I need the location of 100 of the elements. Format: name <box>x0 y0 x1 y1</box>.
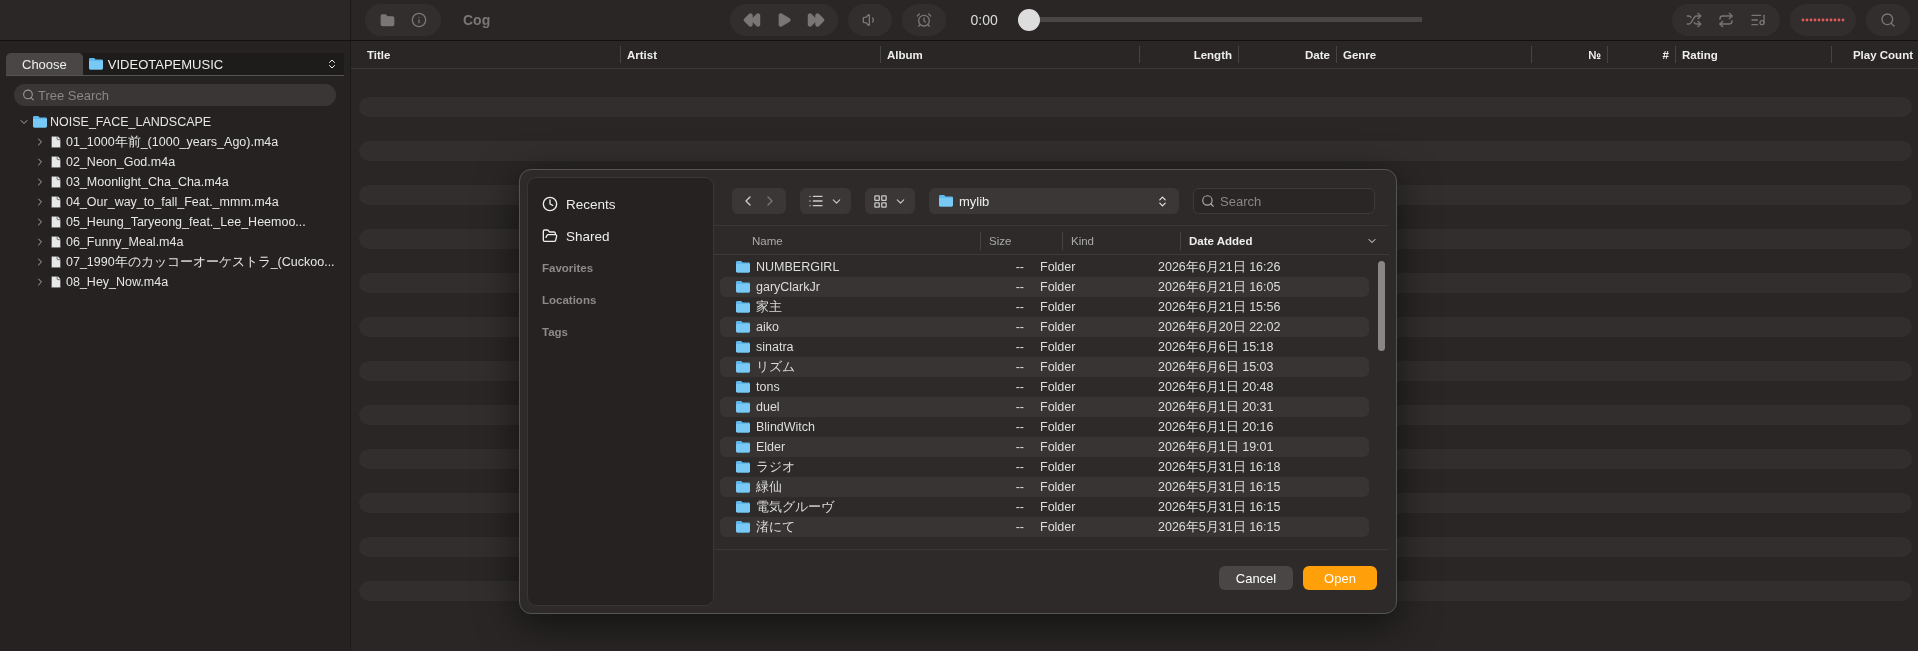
app-title: Cog <box>463 12 491 28</box>
file-name[interactable]: 渚にて <box>756 518 795 536</box>
column-header[interactable]: № <box>1588 48 1601 61</box>
file-name[interactable]: ラジオ <box>756 458 795 476</box>
column-header[interactable]: Genre <box>1343 48 1377 61</box>
column-header[interactable]: Title <box>367 48 391 61</box>
folder-icon <box>736 281 750 293</box>
column-header[interactable]: Length <box>1193 48 1232 61</box>
date-cell: 2026年5月31日 16:18 <box>1158 458 1281 476</box>
seek-thumb[interactable] <box>1017 9 1040 31</box>
file-name[interactable]: aiko <box>756 320 779 334</box>
column-header[interactable]: Date <box>1305 48 1330 61</box>
column-header[interactable]: Artist <box>627 48 658 61</box>
tree-item[interactable]: 06_Funny_Meal.m4a <box>66 235 184 249</box>
file-icon <box>49 155 63 169</box>
sidebar-item[interactable]: Shared <box>566 228 610 244</box>
choose-button[interactable]: Choose <box>6 53 83 75</box>
column-header[interactable]: # <box>1662 48 1669 61</box>
date-cell: 2026年6月20日 22:02 <box>1158 318 1281 336</box>
tree-item[interactable]: 02_Neon_God.m4a <box>66 155 176 169</box>
folder-picker[interactable]: VIDEOTAPEMUSIC <box>82 53 344 75</box>
clock-icon <box>542 196 558 212</box>
folder-icon <box>736 301 750 313</box>
level-meter-icon <box>1801 18 1845 22</box>
file-name[interactable]: sinatra <box>756 340 794 354</box>
kind-cell: Folder <box>1040 360 1076 374</box>
size-cell: -- <box>1015 380 1024 394</box>
file-name[interactable]: garyClarkJr <box>756 280 820 294</box>
column-header[interactable]: Play Count <box>1852 48 1913 61</box>
date-cell: 2026年6月1日 20:31 <box>1158 398 1274 416</box>
tree-item[interactable]: NOISE_FACE_LANDSCAPE <box>50 115 212 129</box>
folder-icon <box>736 481 750 493</box>
size-cell: -- <box>1015 340 1024 354</box>
folder-icon <box>736 381 750 393</box>
column-header[interactable]: Date Added <box>1180 232 1386 250</box>
kind-cell: Folder <box>1040 400 1076 414</box>
tree-item[interactable]: 07_1990年のカッコーオーケストラ_(Cuckoo... <box>66 253 335 271</box>
tree-item[interactable]: 05_Heung_Taryeong_feat._Lee_Heemoo... <box>66 215 306 229</box>
up-down-icon <box>1156 194 1169 208</box>
kind-cell: Folder <box>1040 300 1076 314</box>
location-picker[interactable]: mylib <box>929 188 1179 214</box>
kind-cell: Folder <box>1040 380 1076 394</box>
search-field[interactable]: Tree Search <box>14 84 336 106</box>
up-down-icon <box>326 58 338 70</box>
file-icon <box>49 135 63 149</box>
kind-cell: Folder <box>1040 320 1076 334</box>
kind-cell: Folder <box>1040 280 1076 294</box>
back-forward-button[interactable] <box>732 188 786 214</box>
search-field[interactable]: Search <box>1193 188 1375 214</box>
file-name[interactable]: リズム <box>756 358 795 376</box>
folder-icon <box>736 361 750 373</box>
scrollbar[interactable] <box>1378 261 1385 351</box>
column-header[interactable]: Kind <box>1062 232 1180 250</box>
playback-time: 0:00 <box>970 12 998 28</box>
size-cell: -- <box>1015 480 1024 494</box>
date-cell: 2026年5月31日 16:15 <box>1158 498 1281 516</box>
grid-view-button[interactable] <box>865 188 915 214</box>
kind-cell: Folder <box>1040 260 1076 274</box>
list-icon <box>808 193 824 209</box>
folder-icon <box>736 501 750 513</box>
column-header[interactable]: Rating <box>1682 48 1718 61</box>
sidebar-item[interactable]: Recents <box>566 196 616 212</box>
tree-item[interactable]: 04_Our_way_to_fall_Feat._mmm.m4a <box>66 195 279 209</box>
file-name[interactable]: tons <box>756 380 780 394</box>
tree-item[interactable]: 03_Moonlight_Cha_Cha.m4a <box>66 175 229 189</box>
file-name[interactable]: 緑仙 <box>756 478 782 496</box>
kind-cell: Folder <box>1040 520 1076 534</box>
sidebar-section[interactable]: Locations <box>528 284 713 316</box>
size-cell: -- <box>1015 460 1024 474</box>
sidebar-section[interactable]: Favorites <box>528 252 713 284</box>
list-view-button[interactable] <box>800 188 851 214</box>
size-cell: -- <box>1015 500 1024 514</box>
column-header[interactable]: Size <box>980 232 1062 250</box>
file-icon <box>49 175 63 189</box>
folder-icon <box>736 321 750 333</box>
tree-item[interactable]: 08_Hey_Now.m4a <box>66 275 169 289</box>
search-icon <box>1201 194 1215 208</box>
folder-icon <box>542 228 558 244</box>
sidebar-section[interactable]: Tags <box>528 316 713 348</box>
folder-icon <box>736 261 750 273</box>
date-cell: 2026年6月21日 16:05 <box>1158 278 1281 296</box>
file-name[interactable]: 家主 <box>756 298 782 316</box>
size-cell: -- <box>1015 420 1024 434</box>
date-cell: 2026年6月6日 15:03 <box>1158 358 1274 376</box>
tree-item[interactable]: 01_1000年前_(1000_years_Ago).m4a <box>66 133 279 151</box>
folder-icon <box>736 521 750 533</box>
file-name[interactable]: NUMBERGIRL <box>756 260 840 274</box>
size-cell: -- <box>1015 360 1024 374</box>
folder-icon <box>736 421 750 433</box>
size-cell: -- <box>1015 440 1024 454</box>
file-name[interactable]: BlindWitch <box>756 420 816 434</box>
column-header[interactable]: Album <box>887 48 923 61</box>
date-cell: 2026年5月31日 16:15 <box>1158 518 1281 536</box>
file-name[interactable]: duel <box>756 400 780 414</box>
column-header[interactable]: Name <box>744 232 980 250</box>
cancel-button[interactable]: Cancel <box>1219 566 1293 590</box>
file-name[interactable]: Elder <box>756 440 786 454</box>
folder-icon <box>736 461 750 473</box>
folder-icon <box>88 58 103 70</box>
file-name[interactable]: 電気グルーヴ <box>756 498 834 516</box>
